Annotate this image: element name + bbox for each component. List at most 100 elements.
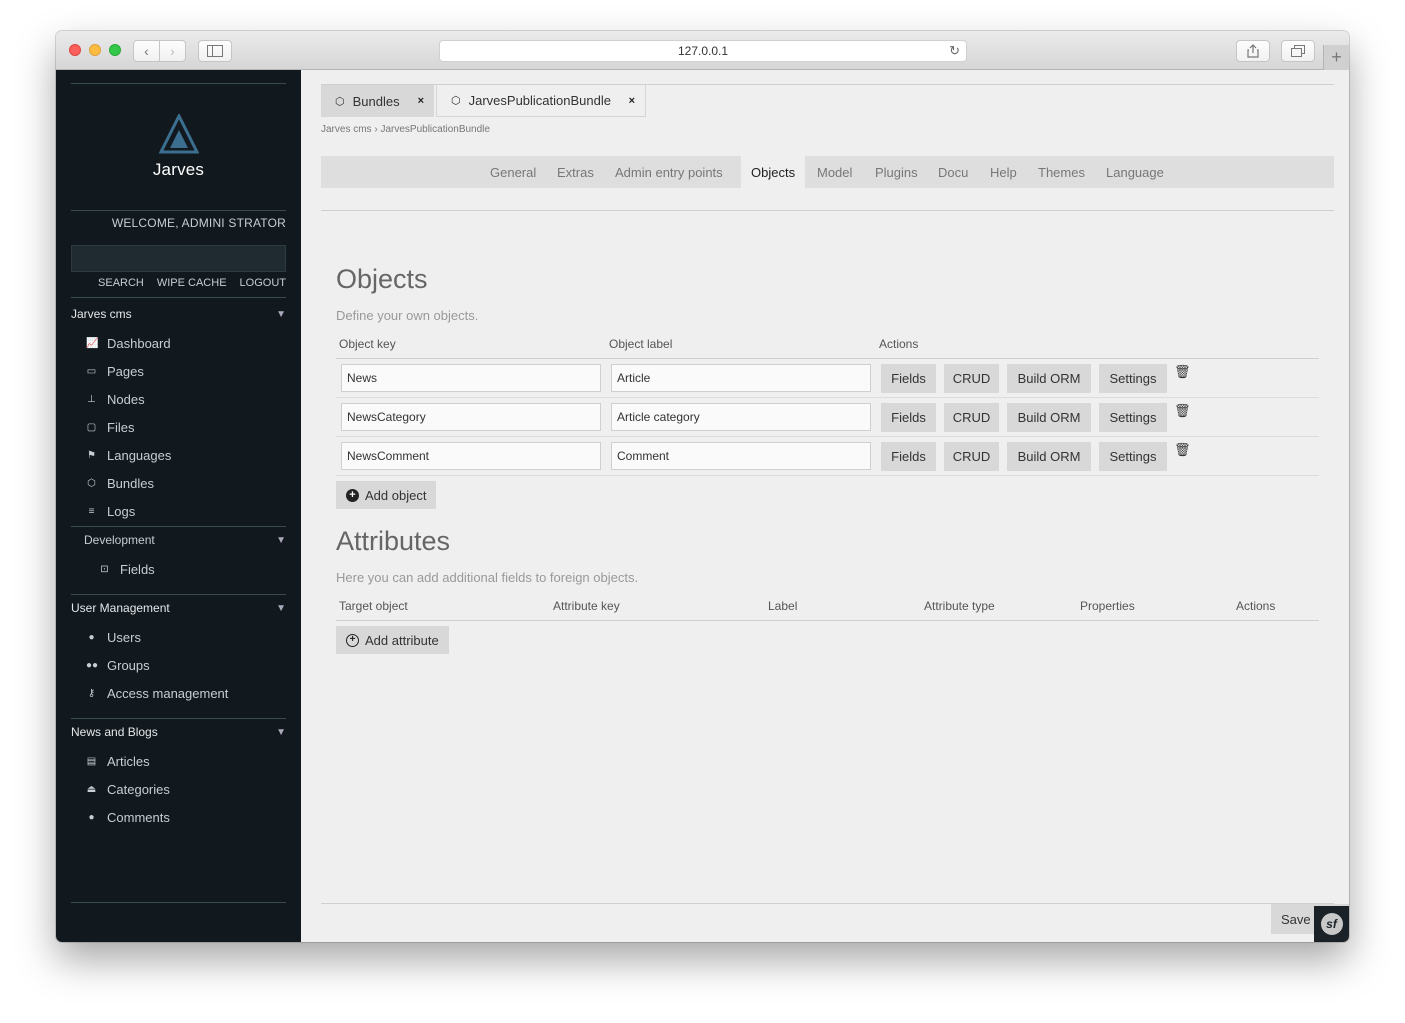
settings-button[interactable]: Settings xyxy=(1099,403,1167,432)
chevron-down-icon: ▼ xyxy=(276,602,286,614)
sidebar-item-bundles[interactable]: ⬡ Bundles xyxy=(86,476,154,491)
subtab-help[interactable]: Help xyxy=(980,156,1027,188)
subtab-model[interactable]: Model xyxy=(807,156,862,188)
divider xyxy=(71,297,286,298)
sidebar-item-access-management[interactable]: ⚷ Access management xyxy=(86,686,229,701)
sidebar-item-users[interactable]: ● Users xyxy=(86,630,140,645)
trash-icon[interactable]: 🗑 xyxy=(1174,364,1191,380)
add-attribute-button[interactable]: + Add attribute xyxy=(336,626,449,654)
sidebar-item-logs[interactable]: ≡ Logs xyxy=(86,504,136,519)
sidebar-section-news-and-blogs[interactable]: News and Blogs ▼ xyxy=(71,725,286,739)
subtab-general[interactable]: General xyxy=(480,156,546,188)
object-key-input[interactable] xyxy=(341,364,601,392)
browser-titlebar: ‹ › 127.0.0.1 ↻ + xyxy=(56,31,1349,70)
sidebar-item-label: Fields xyxy=(120,562,155,577)
fields-button[interactable]: Fields xyxy=(881,403,936,432)
header-label: Label xyxy=(768,599,798,613)
fields-button[interactable]: Fields xyxy=(881,364,936,393)
subtab-plugins[interactable]: Plugins xyxy=(865,156,928,188)
object-key-input[interactable] xyxy=(341,403,601,431)
sidebar-item-dashboard[interactable]: 📈 Dashboard xyxy=(86,336,171,351)
tab-jarves-publication-bundle[interactable]: ⬡ JarvesPublicationBundle × xyxy=(436,85,646,117)
search-link[interactable]: SEARCH xyxy=(98,277,144,289)
subtab-bar: General Extras Admin entry points Object… xyxy=(321,156,1334,188)
address-bar[interactable]: 127.0.0.1 ↻ xyxy=(439,40,967,62)
fields-button[interactable]: Fields xyxy=(881,442,936,471)
share-button[interactable] xyxy=(1236,40,1270,62)
sidebar-item-articles[interactable]: ▤ Articles xyxy=(86,754,150,769)
close-icon[interactable]: × xyxy=(629,95,635,107)
section-title: Jarves cms xyxy=(71,307,132,321)
close-window-button[interactable] xyxy=(69,44,81,56)
object-label-input[interactable] xyxy=(611,442,871,470)
field-icon: ⊡ xyxy=(100,564,109,575)
sidebar-item-nodes[interactable]: ⊥ Nodes xyxy=(86,392,144,407)
sidebar-item-comments[interactable]: ● Comments xyxy=(86,810,169,825)
sidebar-section-user-management[interactable]: User Management ▼ xyxy=(71,601,286,615)
sitemap-icon: ⊥ xyxy=(87,394,96,405)
close-icon[interactable]: × xyxy=(418,95,424,107)
sidebar-search-input[interactable] xyxy=(71,245,286,272)
key-icon: ⚷ xyxy=(87,688,96,699)
subtab-docu[interactable]: Docu xyxy=(928,156,978,188)
crud-button[interactable]: CRUD xyxy=(944,364,999,393)
sidebar-item-label: Access management xyxy=(107,686,229,701)
chevron-right-icon: › xyxy=(170,43,175,59)
crud-button[interactable]: CRUD xyxy=(944,442,999,471)
chevron-down-icon: ▼ xyxy=(276,534,286,546)
reload-icon[interactable]: ↻ xyxy=(949,43,960,59)
forward-button[interactable]: › xyxy=(159,40,186,62)
section-title: User Management xyxy=(71,601,170,615)
trash-icon[interactable]: 🗑 xyxy=(1174,403,1191,419)
sidebar-section-development[interactable]: Development ▼ xyxy=(84,533,286,547)
sidebar-section-jarves-cms[interactable]: Jarves cms ▼ xyxy=(71,307,286,321)
trash-icon[interactable]: 🗑 xyxy=(1174,442,1191,458)
logout-link[interactable]: LOGOUT xyxy=(240,277,286,289)
build-orm-button[interactable]: Build ORM xyxy=(1007,403,1091,432)
sidebar-item-label: Logs xyxy=(107,504,136,519)
add-object-button[interactable]: + Add object xyxy=(336,481,437,509)
show-tabs-button[interactable] xyxy=(1281,40,1315,62)
divider xyxy=(336,397,1319,398)
divider xyxy=(336,358,1319,359)
settings-button[interactable]: Settings xyxy=(1099,442,1167,471)
header-actions: Actions xyxy=(879,337,919,351)
symfony-toolbar-badge[interactable]: sf xyxy=(1314,906,1349,942)
subtab-admin-entry-points[interactable]: Admin entry points xyxy=(605,156,733,188)
subtab-themes[interactable]: Themes xyxy=(1028,156,1095,188)
sidebar-item-label: Bundles xyxy=(107,476,154,491)
sidebar-item-groups[interactable]: ●● Groups xyxy=(86,658,150,673)
object-label-input[interactable] xyxy=(611,403,871,431)
crud-button[interactable]: CRUD xyxy=(944,403,999,432)
settings-button[interactable]: Settings xyxy=(1099,364,1167,393)
object-key-input[interactable] xyxy=(341,442,601,470)
back-button[interactable]: ‹ xyxy=(133,40,160,62)
sidebar-item-pages[interactable]: ▭ Pages xyxy=(86,364,144,379)
sidebar-item-label: Languages xyxy=(107,448,172,463)
monitor-icon: ▭ xyxy=(86,366,97,377)
header-attribute-key: Attribute key xyxy=(553,599,620,613)
new-tab-button[interactable]: + xyxy=(1323,45,1349,70)
tab-bundles[interactable]: ⬡ Bundles × xyxy=(321,85,434,117)
sidebar-toggle-button[interactable] xyxy=(198,40,232,62)
build-orm-button[interactable]: Build ORM xyxy=(1007,364,1091,393)
sidebar-item-fields[interactable]: ⊡ Fields xyxy=(99,562,155,577)
group-icon: ●● xyxy=(86,660,99,671)
sidebar-item-categories[interactable]: ⏏ Categories xyxy=(86,782,170,797)
object-label-input[interactable] xyxy=(611,364,871,392)
subtab-language[interactable]: Language xyxy=(1096,156,1174,188)
wipe-cache-link[interactable]: WIPE CACHE xyxy=(157,277,227,289)
cube-icon: ⬡ xyxy=(335,95,345,108)
zoom-window-button[interactable] xyxy=(109,44,121,56)
sidebar-item-files[interactable]: ▢ Files xyxy=(86,420,135,435)
sidebar-item-label: Dashboard xyxy=(107,336,171,351)
build-orm-button[interactable]: Build ORM xyxy=(1007,442,1091,471)
cube-icon: ⬡ xyxy=(451,95,461,107)
subtab-extras[interactable]: Extras xyxy=(547,156,604,188)
tab-label: JarvesPublicationBundle xyxy=(468,93,611,108)
sidebar-item-languages[interactable]: ⚑ Languages xyxy=(86,448,171,463)
attributes-description: Here you can add additional fields to fo… xyxy=(336,570,639,585)
minimize-window-button[interactable] xyxy=(89,44,101,56)
subtab-objects[interactable]: Objects xyxy=(741,156,806,188)
tab-label: Bundles xyxy=(352,93,400,109)
